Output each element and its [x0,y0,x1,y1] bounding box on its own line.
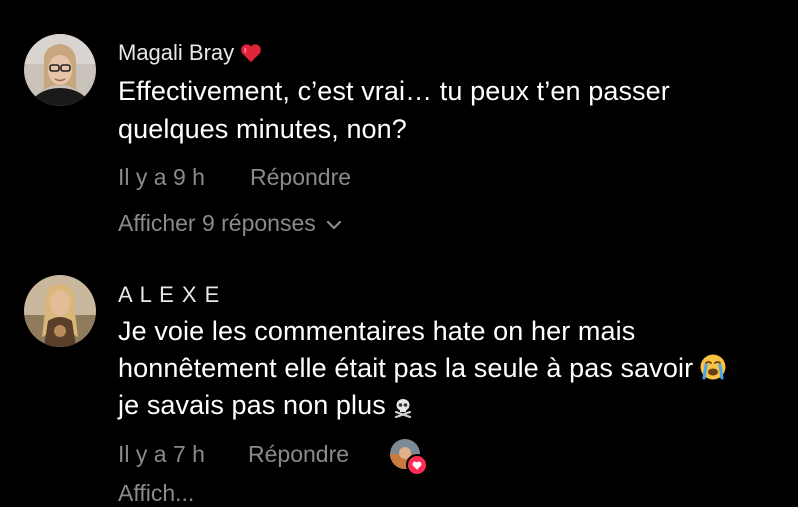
view-replies-button[interactable]: Afficher 9 réponses [118,209,342,237]
comment-text-segment: je savais pas non plus [118,390,386,420]
timestamp: Il y a 7 h [118,441,205,467]
chevron-down-icon [326,209,342,236]
reply-button[interactable]: Répondre [250,164,351,191]
red-heart-icon [240,43,262,69]
loudly-crying-face-icon [699,353,727,388]
username-text[interactable]: Magali Bray [118,40,234,65]
comment-text-line: je savais pas non plus [118,390,414,425]
avatar[interactable] [24,34,96,106]
comment-text-segment: honnêtement elle était pas la seule à pa… [118,353,694,383]
view-replies-label: Afficher 9 réponses [118,210,316,236]
avatar[interactable] [24,275,96,347]
timestamp: Il y a 9 h [118,164,205,190]
view-replies-button[interactable]: Affich... [118,480,194,507]
comment-text-line: Je voie les commentaires hate on her mai… [118,316,636,346]
comment-text-line: quelques minutes, non? [118,114,407,144]
username[interactable]: Magali Bray [118,40,262,69]
reply-button[interactable]: Répondre [248,441,349,468]
creator-liked-heart-icon [406,454,428,476]
username[interactable]: A L E X E [118,282,220,308]
skull-crossbones-icon [392,394,414,425]
comment-text-line: Effectivement, c’est vrai… tu peux t’en … [118,76,670,106]
comment-text-line: honnêtement elle était pas la seule à pa… [118,353,727,388]
